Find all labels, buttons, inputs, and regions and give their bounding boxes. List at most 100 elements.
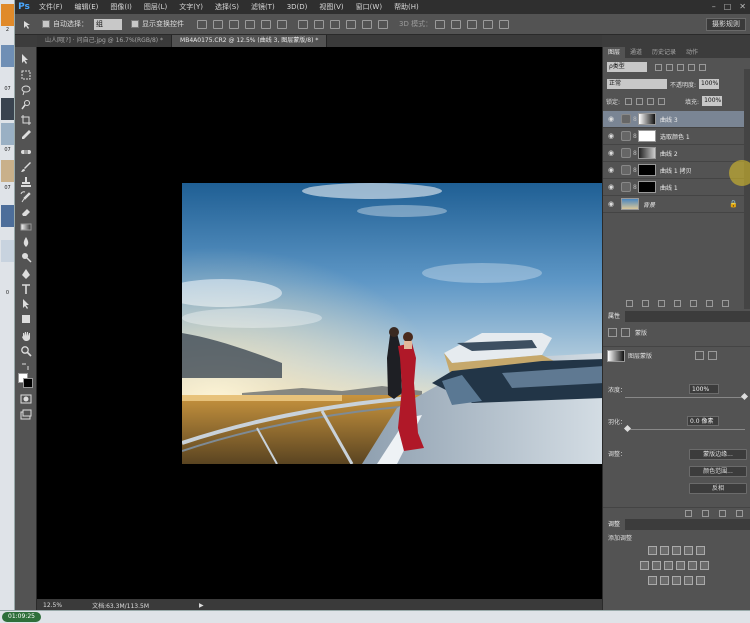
layer-row[interactable]: ◉ 8 曲线 1 (603, 179, 744, 196)
marquee-tool-icon[interactable] (20, 69, 32, 81)
visibility-eye-icon[interactable]: ◉ (607, 183, 615, 191)
lasso-tool-icon[interactable] (20, 84, 32, 96)
density-input[interactable]: 100% (689, 384, 720, 394)
lock-all-icon[interactable] (658, 97, 666, 105)
threshold-icon[interactable] (672, 576, 681, 585)
edited-photo[interactable] (182, 183, 604, 464)
3d-pan-icon[interactable] (467, 19, 478, 29)
pen-tool-icon[interactable] (20, 268, 32, 280)
visibility-eye-icon[interactable]: ◉ (607, 115, 615, 123)
menu-type[interactable]: 文字(Y) (173, 0, 209, 14)
tab-document-2[interactable]: MB4A0175.CR2 @ 12.5% (曲线 3, 图层蒙版/8) * (172, 35, 328, 47)
layer-row[interactable]: ◉ 8 曲线 3 (603, 111, 744, 128)
tab-channels[interactable]: 通道 (625, 47, 647, 58)
tab-history[interactable]: 历史记录 (647, 47, 681, 58)
density-slider[interactable] (625, 397, 745, 398)
layer-kind-filter[interactable]: ρ类型 (607, 62, 647, 72)
menu-help[interactable]: 帮助(H) (388, 0, 425, 14)
move-tool-icon[interactable] (23, 20, 33, 29)
filter-type-icon[interactable] (677, 63, 684, 71)
visibility-eye-icon[interactable]: ◉ (607, 166, 615, 174)
align-bottom-icon[interactable] (229, 19, 239, 29)
fill-input[interactable]: 100% (702, 96, 723, 106)
lock-position-icon[interactable] (647, 97, 655, 105)
align-hcenter-icon[interactable] (261, 19, 271, 29)
auto-select-checkbox[interactable] (42, 20, 50, 28)
layer-row[interactable]: ◉ 8 选取颜色 1 (603, 128, 744, 145)
toggle-mask-eye-icon[interactable] (719, 509, 726, 517)
brightness-icon[interactable] (648, 546, 657, 555)
new-layer-icon[interactable] (705, 299, 713, 307)
menu-file[interactable]: 文件(F) (33, 0, 69, 14)
desktop-thumb-6[interactable] (1, 205, 14, 227)
lock-transparent-icon[interactable] (625, 97, 633, 105)
zoom-level[interactable]: 12.5% (43, 602, 62, 609)
delete-mask-icon[interactable] (736, 509, 743, 517)
align-vcenter-icon[interactable] (213, 19, 223, 29)
3d-roll-icon[interactable] (451, 19, 462, 29)
trash-icon[interactable] (721, 299, 729, 307)
auto-select-dropdown[interactable]: 组 (94, 18, 122, 30)
brush-tool-icon[interactable] (20, 161, 32, 173)
layer-mask-thumbnail[interactable] (638, 113, 656, 125)
distribute-left-icon[interactable] (346, 19, 356, 29)
new-adjustment-icon[interactable] (673, 299, 681, 307)
menu-window[interactable]: 窗口(W) (350, 0, 388, 14)
menu-edit[interactable]: 编辑(E) (69, 0, 105, 14)
eyedropper-tool-icon[interactable] (20, 129, 32, 141)
3d-rotate-icon[interactable] (435, 19, 446, 29)
layer-row[interactable]: ◉ 8 曲线 1 拷贝 (603, 162, 744, 179)
tab-layers[interactable]: 图层 (603, 47, 626, 58)
menu-select[interactable]: 选择(S) (209, 0, 245, 14)
desktop-thumb-1[interactable] (1, 4, 14, 26)
menu-filter[interactable]: 滤镜(T) (245, 0, 281, 14)
minimize-button[interactable]: – (712, 2, 716, 11)
photo-filter-icon[interactable] (676, 561, 685, 570)
desktop-thumb-4[interactable] (1, 123, 14, 145)
quick-select-tool-icon[interactable] (20, 99, 32, 111)
add-mask-icon[interactable] (657, 299, 665, 307)
tab-actions[interactable]: 动作 (681, 47, 703, 58)
gradient-map-icon[interactable] (696, 576, 705, 585)
levels-icon[interactable] (660, 546, 669, 555)
filter-smart-icon[interactable] (699, 63, 706, 71)
hand-tool-icon[interactable] (20, 330, 32, 342)
background-color-swatch[interactable] (23, 378, 33, 388)
path-selection-tool-icon[interactable] (20, 298, 32, 310)
feather-slider[interactable] (625, 429, 745, 430)
eraser-tool-icon[interactable] (20, 206, 32, 218)
exposure-icon[interactable] (684, 546, 693, 555)
menu-view[interactable]: 视图(V) (313, 0, 349, 14)
workspace-button[interactable]: 摄影规则 (706, 18, 746, 31)
filter-shape-icon[interactable] (688, 63, 695, 71)
opacity-input[interactable]: 100% (699, 79, 720, 89)
quick-mask-icon[interactable] (20, 393, 32, 405)
tab-document-1[interactable]: 山人网[?] · 问自己.jpg @ 16.7%(RGB/8) * (37, 35, 173, 47)
show-transform-checkbox[interactable] (131, 20, 139, 28)
type-tool-icon[interactable] (20, 283, 32, 295)
apply-mask-icon[interactable] (702, 509, 709, 517)
visibility-eye-icon[interactable]: ◉ (607, 132, 615, 140)
history-brush-tool-icon[interactable] (20, 191, 32, 203)
visibility-eye-icon[interactable]: ◉ (607, 149, 615, 157)
feather-input[interactable]: 0.0 像素 (687, 416, 720, 426)
distribute-vcenter-icon[interactable] (314, 19, 324, 29)
gradient-tool-icon[interactable] (20, 221, 32, 233)
vector-mask-icon[interactable] (621, 327, 630, 337)
new-group-icon[interactable] (689, 299, 697, 307)
layers-scrollbar[interactable] (744, 69, 750, 309)
color-range-button[interactable]: 颜色范围... (689, 466, 747, 477)
close-button[interactable]: ✕ (739, 2, 746, 11)
shape-tool-icon[interactable] (20, 313, 32, 325)
lock-image-icon[interactable] (636, 97, 644, 105)
layer-row[interactable]: ◉ 8 曲线 2 (603, 145, 744, 162)
status-menu-arrow-icon[interactable]: ▶ (199, 602, 204, 609)
layer-mask-thumbnail[interactable] (638, 147, 656, 159)
layer-row[interactable]: ◉ 背景 🔒 (603, 196, 744, 213)
blur-tool-icon[interactable] (20, 236, 32, 248)
link-layers-icon[interactable] (625, 299, 633, 307)
curves-icon[interactable] (672, 546, 681, 555)
desktop-thumb-3[interactable] (1, 98, 14, 120)
screen-mode-icon[interactable] (20, 409, 32, 421)
zoom-tool-icon[interactable] (20, 345, 32, 357)
